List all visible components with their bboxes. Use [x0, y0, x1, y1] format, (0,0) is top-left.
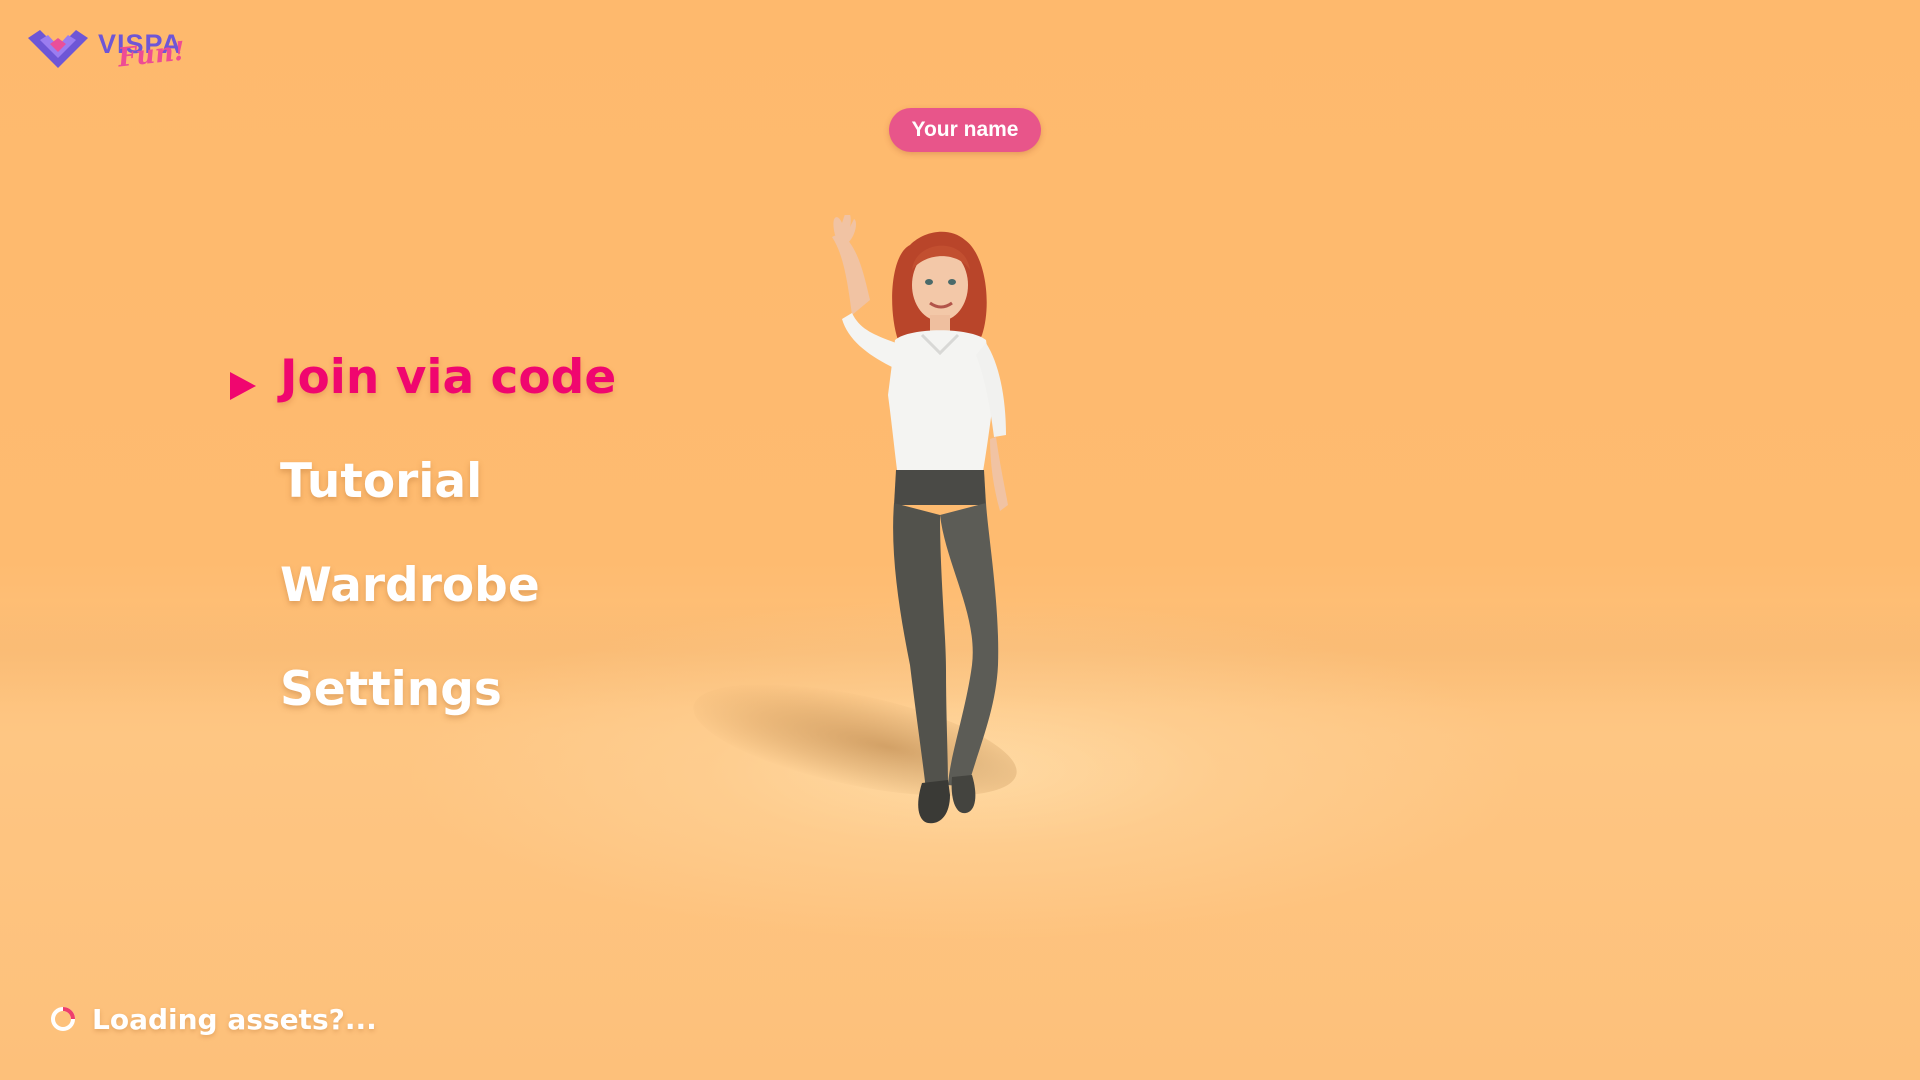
loading-status: Loading assets?... — [50, 1001, 377, 1037]
player-avatar — [832, 215, 1008, 824]
play-triangle-icon — [230, 372, 256, 400]
menu-item-join-via-code[interactable]: Join via code — [280, 350, 616, 405]
menu-item-wardrobe[interactable]: Wardrobe — [280, 558, 540, 613]
vispa-logo: VISPA Fun! — [26, 26, 196, 76]
menu-item-tutorial[interactable]: Tutorial — [280, 454, 482, 509]
vispa-logo-icon — [28, 30, 88, 68]
loading-text: Loading assets?... — [92, 1002, 377, 1036]
logo-script-text: Fun! — [116, 36, 187, 74]
menu-item-settings[interactable]: Settings — [280, 662, 502, 717]
loading-spinner-icon — [51, 1007, 75, 1031]
player-name-tag[interactable]: Your name — [889, 108, 1041, 152]
